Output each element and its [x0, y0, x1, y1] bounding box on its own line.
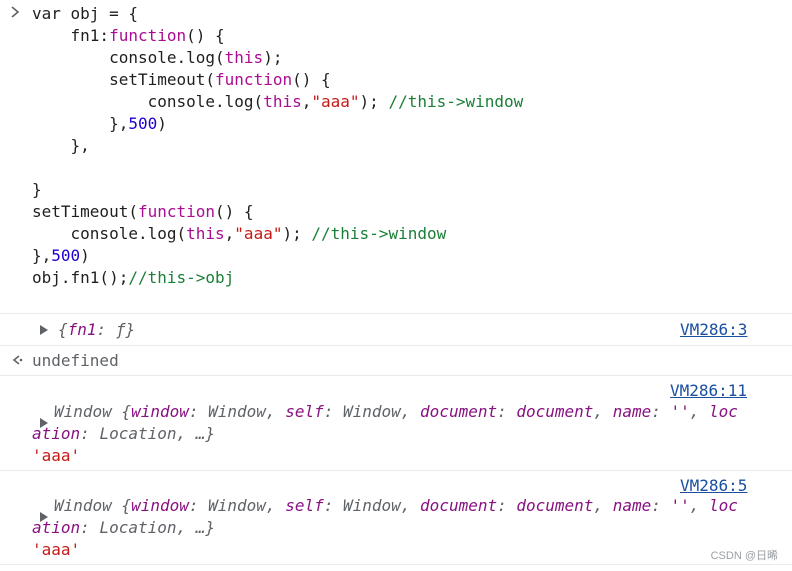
- console-input-code[interactable]: var obj = { fn1:function() { console.log…: [32, 3, 523, 289]
- log-string: 'aaa': [32, 540, 81, 559]
- log-object-window[interactable]: Window {window: Window, self: Window, do…: [54, 402, 738, 421]
- return-value: undefined: [32, 351, 119, 370]
- code-line-10: setTimeout(function() {: [32, 202, 254, 221]
- code-line-1: var obj = {: [32, 4, 138, 23]
- code-line-9: }: [32, 180, 42, 199]
- code-line-3: console.log(this);: [32, 48, 283, 67]
- return-arrow-icon: [12, 355, 23, 365]
- log-object-window-wrap: ation: Location, …}: [32, 518, 216, 537]
- row-divider: [0, 564, 792, 565]
- code-line-13: obj.fn1();//this->obj: [32, 268, 235, 287]
- source-link[interactable]: VM286:3: [680, 320, 747, 339]
- row-divider: [0, 345, 792, 346]
- row-divider: [0, 470, 792, 471]
- row-divider: [0, 313, 792, 314]
- code-line-4: setTimeout(function() {: [32, 70, 331, 89]
- code-line-7: },: [32, 136, 90, 155]
- source-link[interactable]: VM286:11: [670, 381, 747, 400]
- code-line-12: },500): [32, 246, 90, 265]
- log-object-fn1[interactable]: {fn1: ƒ}: [58, 320, 135, 339]
- code-line-6: },500): [32, 114, 167, 133]
- log-string: 'aaa': [32, 446, 81, 465]
- code-line-2: fn1:function() {: [32, 26, 225, 45]
- log-object-window-wrap: ation: Location, …}: [32, 424, 216, 443]
- row-divider: [0, 375, 792, 376]
- log-object-window[interactable]: Window {window: Window, self: Window, do…: [54, 496, 738, 515]
- source-link[interactable]: VM286:5: [680, 476, 747, 495]
- code-line-11: console.log(this,"aaa"); //this->window: [32, 224, 447, 243]
- expand-triangle-icon[interactable]: [40, 325, 48, 335]
- watermark: CSDN @日晞: [710, 550, 778, 562]
- prompt-chevron-icon: [11, 6, 20, 18]
- code-line-5: console.log(this,"aaa"); //this->window: [32, 92, 524, 111]
